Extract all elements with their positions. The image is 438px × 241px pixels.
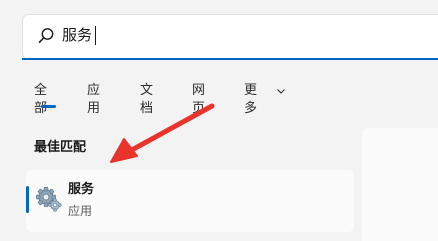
tab-apps[interactable]: 应用 <box>87 82 100 118</box>
services-gear-icon <box>36 187 62 212</box>
result-title: 服务 <box>68 182 95 197</box>
tab-documents[interactable]: 文档 <box>140 82 153 118</box>
best-match-result[interactable] <box>26 170 354 232</box>
search-focus-underline <box>22 58 438 60</box>
text-cursor <box>95 26 96 45</box>
chevron-down-icon[interactable] <box>276 88 286 95</box>
tab-all[interactable]: 全部 <box>34 82 47 118</box>
tab-more[interactable]: 更多 <box>244 82 257 118</box>
search-input[interactable]: 服务 <box>62 25 92 45</box>
tab-selected-indicator <box>41 105 56 108</box>
tab-web[interactable]: 网页 <box>192 82 205 118</box>
details-panel <box>362 128 438 241</box>
result-type-label: 应用 <box>68 204 93 218</box>
selection-accent-bar <box>26 186 29 213</box>
best-match-heading: 最佳匹配 <box>34 140 87 155</box>
search-icon <box>38 28 54 43</box>
